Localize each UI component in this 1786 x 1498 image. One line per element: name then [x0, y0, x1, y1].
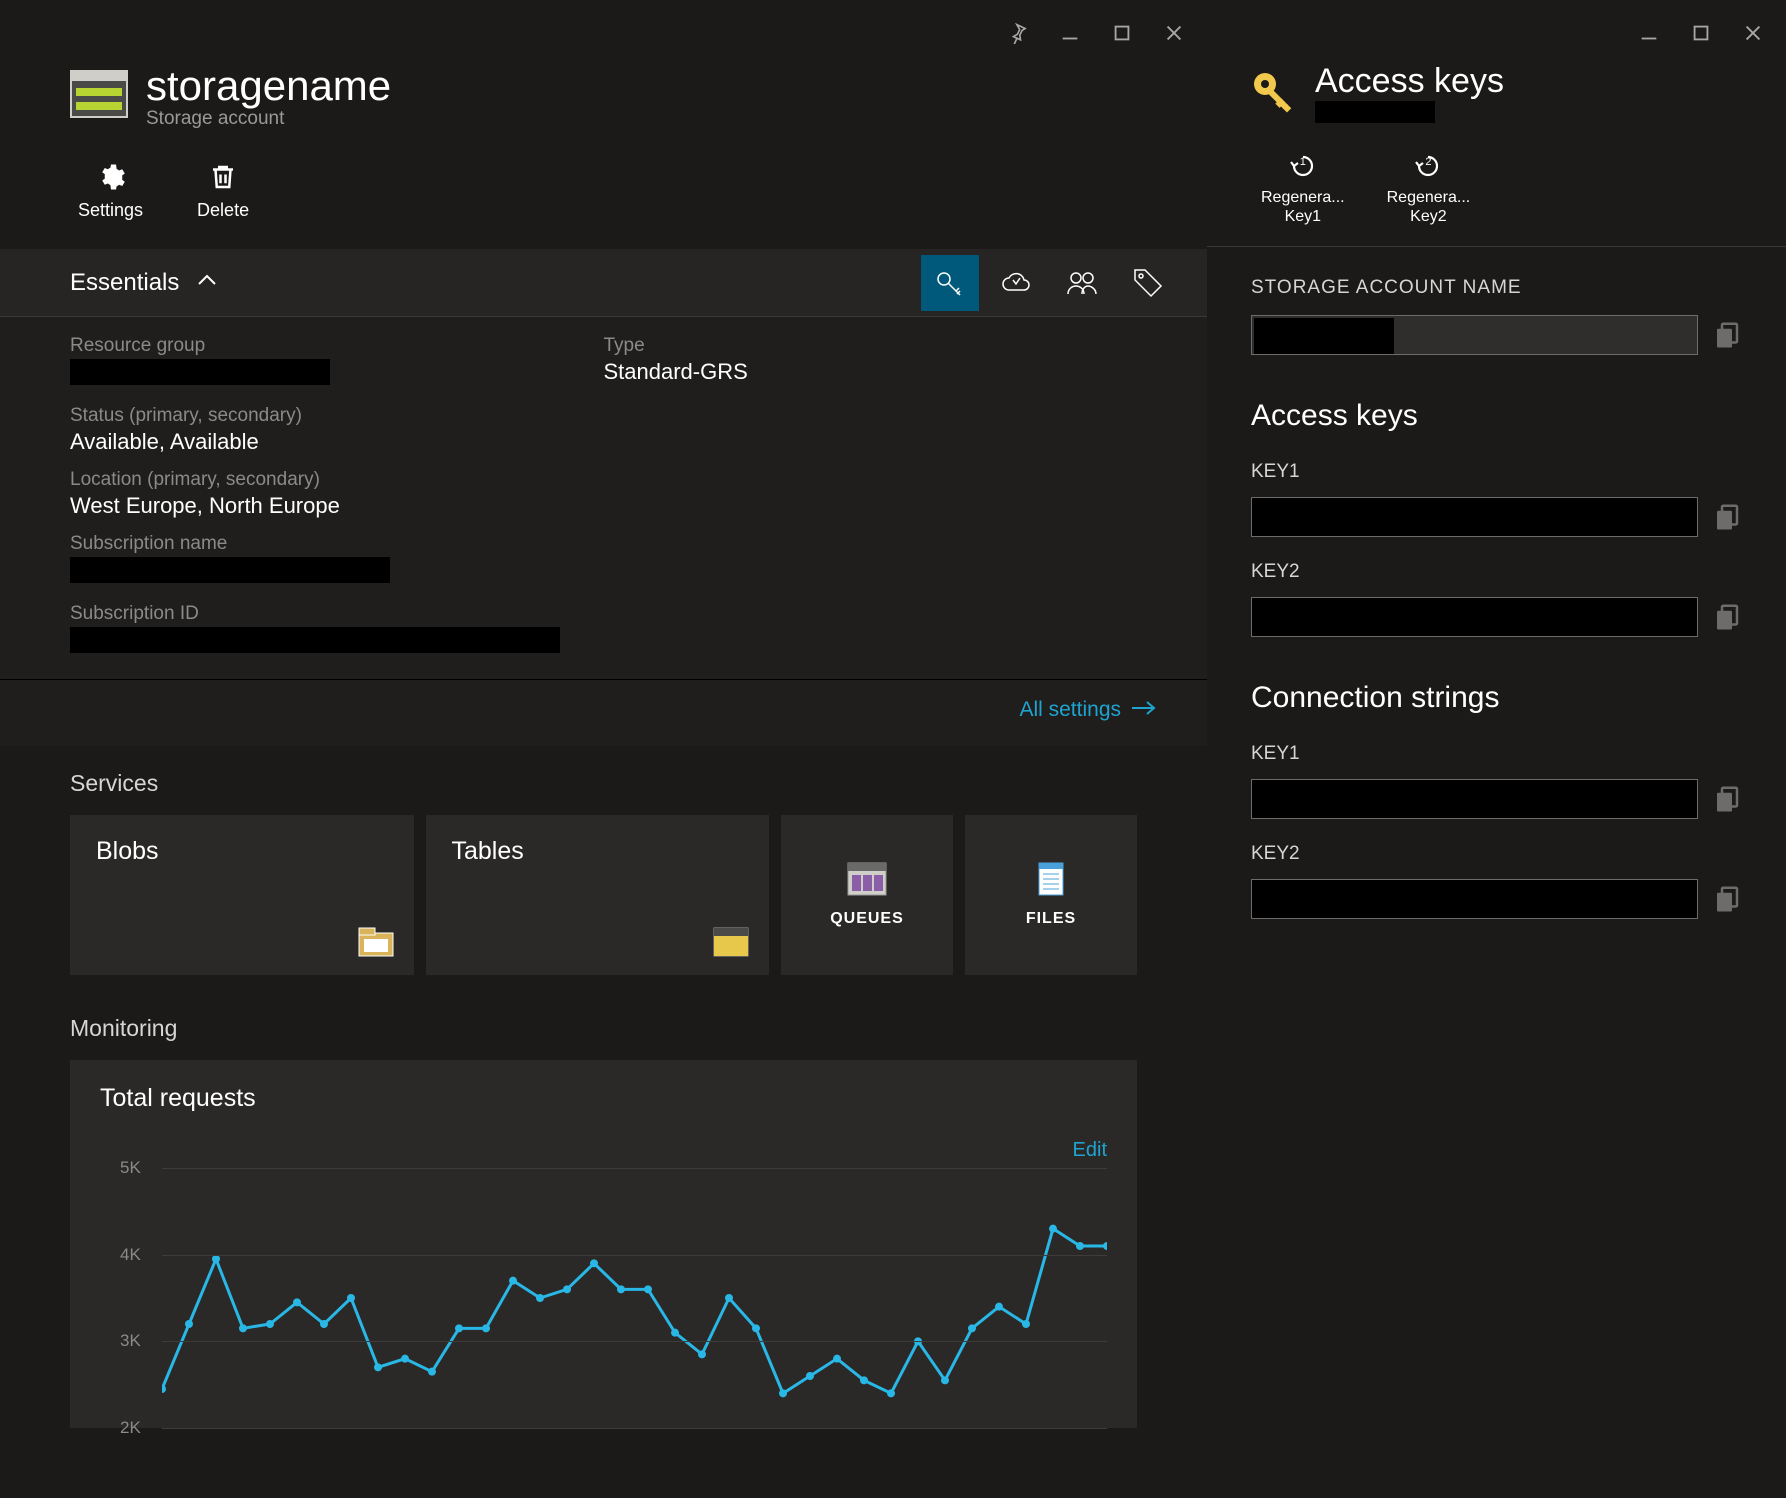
subscription-id-value-redacted	[70, 627, 560, 653]
tables-tile[interactable]: Tables	[426, 815, 770, 975]
table-icon	[713, 927, 749, 957]
subscription-name-value-redacted	[70, 557, 390, 583]
copy-icon[interactable]	[1712, 784, 1742, 814]
y-tick-label: 4K	[120, 1245, 141, 1265]
y-tick-label: 3K	[120, 1331, 141, 1351]
connection-strings-heading: Connection strings	[1251, 681, 1742, 715]
essentials-toggle[interactable]: Essentials	[70, 269, 217, 297]
maximize-icon[interactable]	[1109, 20, 1135, 46]
monitoring-title: Monitoring	[70, 1015, 1137, 1042]
cs-key1-label: KEY1	[1251, 743, 1742, 765]
copy-icon[interactable]	[1712, 502, 1742, 532]
cs-key1-input[interactable]	[1251, 779, 1698, 819]
storage-account-name-label: STORAGE ACCOUNT NAME	[1251, 277, 1742, 299]
queues-label: QUEUES	[830, 910, 904, 928]
resource-group-label: Resource group	[70, 335, 604, 357]
maximize-icon[interactable]	[1688, 20, 1714, 46]
refresh-icon: 2	[1414, 152, 1442, 180]
key1-label: KEY1	[1251, 461, 1742, 483]
location-value: West Europe, North Europe	[70, 493, 604, 519]
storage-account-icon	[70, 62, 128, 123]
type-label: Type	[604, 335, 1138, 357]
trash-icon	[208, 162, 238, 192]
type-value: Standard-GRS	[604, 359, 1138, 385]
monitoring-panel: Total requests Edit 5K4K3K2K	[70, 1060, 1137, 1428]
files-tile[interactable]: FILES	[965, 815, 1137, 975]
regenerate-key1-button[interactable]: 1 Regenera...Key1	[1261, 152, 1345, 226]
blobs-label: Blobs	[96, 837, 388, 866]
chart-title: Total requests	[100, 1084, 1107, 1113]
minimize-icon[interactable]	[1636, 20, 1662, 46]
subscription-id-label: Subscription ID	[70, 603, 604, 625]
settings-label: Settings	[78, 200, 143, 221]
gear-icon	[96, 162, 126, 192]
arrow-right-icon	[1131, 698, 1157, 722]
cs-key2-label: KEY2	[1251, 843, 1742, 865]
all-settings-label: All settings	[1019, 698, 1121, 722]
copy-icon[interactable]	[1712, 884, 1742, 914]
copy-icon[interactable]	[1712, 602, 1742, 632]
files-label: FILES	[1026, 910, 1076, 928]
status-label: Status (primary, secondary)	[70, 405, 604, 427]
file-icon	[1031, 862, 1071, 896]
delete-label: Delete	[197, 200, 249, 221]
pin-icon[interactable]	[1005, 20, 1031, 46]
chevron-up-icon	[197, 273, 217, 292]
key2-input[interactable]	[1251, 597, 1698, 637]
keys-icon[interactable]	[921, 255, 979, 311]
close-icon[interactable]	[1161, 20, 1187, 46]
blob-icon	[358, 927, 394, 957]
status-value: Available, Available	[70, 429, 604, 455]
essentials-title: Essentials	[70, 269, 179, 297]
access-keys-title: Access keys	[1315, 62, 1504, 101]
location-label: Location (primary, secondary)	[70, 469, 604, 491]
storage-account-name-input[interactable]	[1251, 315, 1698, 355]
queues-tile[interactable]: QUEUES	[781, 815, 953, 975]
services-title: Services	[70, 770, 1137, 797]
tag-icon[interactable]	[1119, 255, 1177, 311]
minimize-icon[interactable]	[1057, 20, 1083, 46]
regenerate-key2-button[interactable]: 2 Regenera...Key2	[1387, 152, 1471, 226]
resource-group-value-redacted	[70, 359, 330, 385]
subscription-name-label: Subscription name	[70, 533, 604, 555]
chart-edit-link[interactable]: Edit	[100, 1139, 1107, 1162]
settings-button[interactable]: Settings	[78, 162, 143, 221]
access-keys-heading: Access keys	[1251, 399, 1742, 433]
copy-icon[interactable]	[1712, 320, 1742, 350]
all-settings-link[interactable]: All settings	[0, 680, 1207, 746]
key1-input[interactable]	[1251, 497, 1698, 537]
cloud-icon[interactable]	[987, 255, 1045, 311]
key2-label: KEY2	[1251, 561, 1742, 583]
regen2-label: Regenera...Key2	[1387, 188, 1471, 226]
delete-button[interactable]: Delete	[197, 162, 249, 221]
y-tick-label: 2K	[120, 1418, 141, 1438]
page-title: storagename	[146, 62, 391, 110]
refresh-icon: 1	[1289, 152, 1317, 180]
page-subtitle: Storage account	[146, 108, 391, 130]
cs-key2-input[interactable]	[1251, 879, 1698, 919]
close-icon[interactable]	[1740, 20, 1766, 46]
blobs-tile[interactable]: Blobs	[70, 815, 414, 975]
access-keys-subtitle-redacted	[1315, 101, 1435, 123]
key-icon	[1251, 62, 1297, 119]
users-icon[interactable]	[1053, 255, 1111, 311]
y-tick-label: 5K	[120, 1158, 141, 1178]
regen1-label: Regenera...Key1	[1261, 188, 1345, 226]
queue-icon	[847, 862, 887, 896]
tables-label: Tables	[452, 837, 744, 866]
total-requests-chart: 5K4K3K2K	[100, 1168, 1107, 1428]
